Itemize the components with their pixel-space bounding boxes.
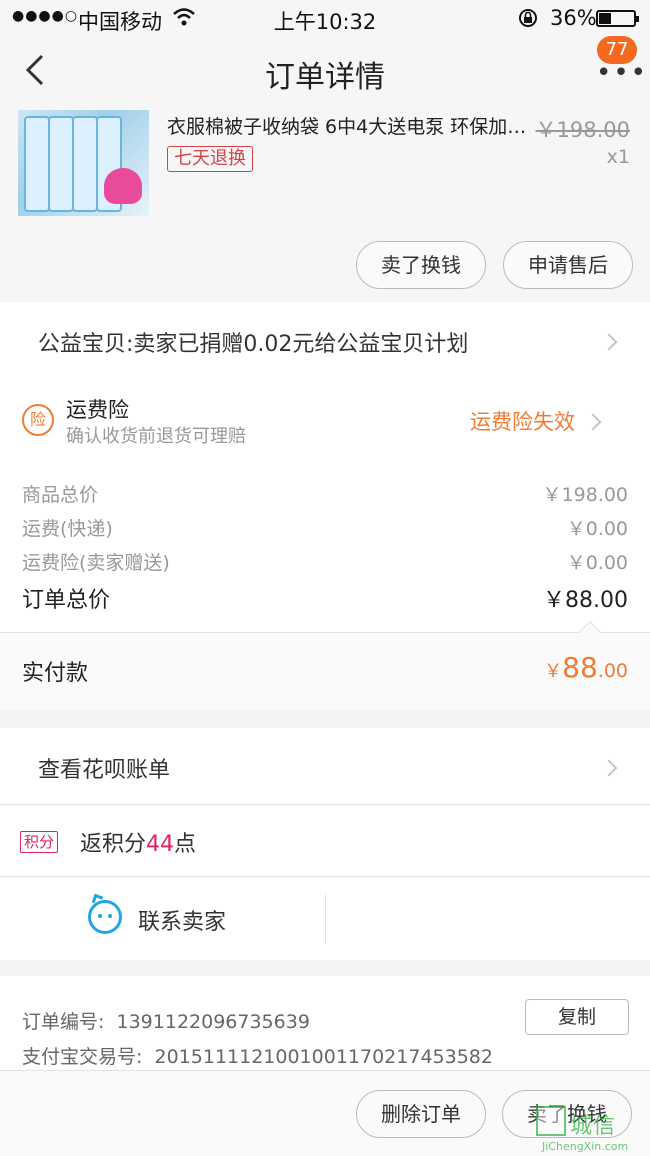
points-badge: 积分 bbox=[20, 831, 59, 853]
shipping-fee-label: 运费(快递) bbox=[22, 518, 113, 540]
watermark-text: 城信 bbox=[570, 1114, 617, 1139]
chevron-right-icon bbox=[600, 333, 618, 351]
divider bbox=[325, 894, 326, 944]
delete-order-button[interactable]: 删除订单 bbox=[356, 1090, 486, 1138]
goods-total-row: 商品总价 ￥198.00 bbox=[0, 480, 650, 514]
chevron-right-icon bbox=[600, 759, 618, 777]
price-breakdown: 商品总价 ￥198.00 运费(快递) ￥0.00 运费险(卖家赠送) ￥0.0… bbox=[0, 462, 650, 632]
more-dots-icon[interactable]: ••• bbox=[596, 60, 648, 86]
contact-seller-row: 联系卖家 bbox=[0, 878, 650, 960]
page-title: 订单详情 bbox=[265, 60, 385, 95]
bag-image-part bbox=[72, 116, 98, 212]
goods-total-label: 商品总价 bbox=[22, 484, 99, 506]
product-section: 衣服棉被子收纳袋 6中4大送电泵 环保加厚真空压缩袋 七天退换 ￥198.00 … bbox=[0, 104, 650, 302]
amount-decimal: .00 bbox=[597, 660, 628, 682]
points-text: 返积分44点 bbox=[80, 826, 196, 858]
order-total-label: 订单总价 bbox=[22, 588, 111, 613]
alipay-number-line: 支付宝交易号: 2015111121001001170217453582 bbox=[22, 1042, 493, 1069]
rotation-lock-icon bbox=[519, 9, 537, 27]
chevron-right-icon bbox=[584, 413, 602, 431]
insurance-fee-label: 运费险(卖家赠送) bbox=[22, 552, 170, 574]
goods-total-value: ￥198.00 bbox=[542, 484, 628, 506]
amount-paid-row: 实付款 ￥88.00 bbox=[0, 620, 650, 710]
product-name[interactable]: 衣服棉被子收纳袋 6中4大送电泵 环保加厚真空压缩袋 bbox=[167, 112, 527, 139]
original-price: ￥198.00 bbox=[535, 118, 630, 142]
amount-paid-value: ￥88.00 bbox=[544, 651, 628, 684]
product-thumbnail[interactable] bbox=[18, 110, 149, 216]
insurance-icon: 险 bbox=[22, 404, 54, 436]
return-policy-tag: 七天退换 bbox=[167, 146, 253, 172]
watermark-logo bbox=[536, 1106, 566, 1136]
insurance-name: 运费险 bbox=[66, 398, 129, 422]
insurance-subtitle: 确认收货前退货可理赔 bbox=[66, 426, 246, 447]
huabei-bill-row[interactable]: 查看花呗账单 bbox=[0, 728, 650, 805]
contact-seller-button[interactable]: 联系卖家 bbox=[138, 904, 226, 936]
order-total-row: 订单总价 ￥88.00 bbox=[0, 582, 650, 616]
alipay-number: 2015111121001001170217453582 bbox=[154, 1046, 493, 1068]
charity-row[interactable]: 公益宝贝:卖家已捐赠0.02元给公益宝贝计划 bbox=[0, 302, 650, 380]
insurance-fee-value: ￥0.00 bbox=[566, 552, 628, 574]
copy-button[interactable]: 复制 bbox=[525, 999, 629, 1035]
navigation-bar: 订单详情 ••• 77 bbox=[0, 36, 650, 104]
watermark: 城信 JiChengXin.com bbox=[534, 1106, 650, 1156]
points-number: 44 bbox=[146, 832, 175, 857]
amount-paid-label: 实付款 bbox=[22, 661, 89, 686]
charity-text: 公益宝贝:卖家已捐赠0.02元给公益宝贝计划 bbox=[38, 332, 469, 357]
huabei-bill-text: 查看花呗账单 bbox=[38, 758, 171, 783]
shipping-fee-value: ￥0.00 bbox=[566, 518, 628, 540]
alipay-number-label: 支付宝交易号: bbox=[22, 1046, 143, 1068]
message-count-badge: 77 bbox=[597, 36, 637, 64]
shipping-insurance-row[interactable]: 险 运费险 确认收货前退货可理赔 运费险失效 bbox=[0, 380, 650, 462]
status-bar: ●●●●○ 中国移动 上午10:32 36% bbox=[0, 0, 650, 36]
currency-symbol: ￥ bbox=[544, 661, 563, 682]
watermark-url: JiChengXin.com bbox=[542, 1140, 629, 1153]
order-info: 订单编号: 1391122096735639 支付宝交易号: 201511112… bbox=[0, 976, 650, 1070]
bag-image-part bbox=[48, 116, 74, 212]
battery-percentage: 36% bbox=[550, 6, 597, 30]
shipping-fee-row: 运费(快递) ￥0.00 bbox=[0, 514, 650, 548]
amount-integer: 88 bbox=[562, 651, 598, 684]
sell-for-cash-button[interactable]: 卖了换钱 bbox=[356, 241, 486, 289]
product-quantity: x1 bbox=[606, 146, 630, 168]
battery-icon bbox=[596, 10, 639, 27]
order-total-value: ￥88.00 bbox=[543, 588, 628, 613]
order-number-label: 订单编号: bbox=[22, 1011, 105, 1033]
request-aftersale-button[interactable]: 申请售后 bbox=[503, 241, 633, 289]
points-suffix: 点 bbox=[174, 832, 197, 857]
order-number-line: 订单编号: 1391122096735639 bbox=[22, 1007, 310, 1034]
points-prefix: 返积分 bbox=[80, 832, 147, 857]
insurance-status: 运费险失效 bbox=[470, 410, 575, 434]
points-row: 积分 返积分44点 bbox=[0, 806, 650, 877]
insurance-fee-row: 运费险(卖家赠送) ￥0.00 bbox=[0, 548, 650, 582]
chat-bubble-icon[interactable] bbox=[88, 900, 122, 934]
order-number: 1391122096735639 bbox=[116, 1011, 310, 1033]
bag-image-part bbox=[24, 116, 50, 212]
pump-image-part bbox=[104, 168, 142, 204]
